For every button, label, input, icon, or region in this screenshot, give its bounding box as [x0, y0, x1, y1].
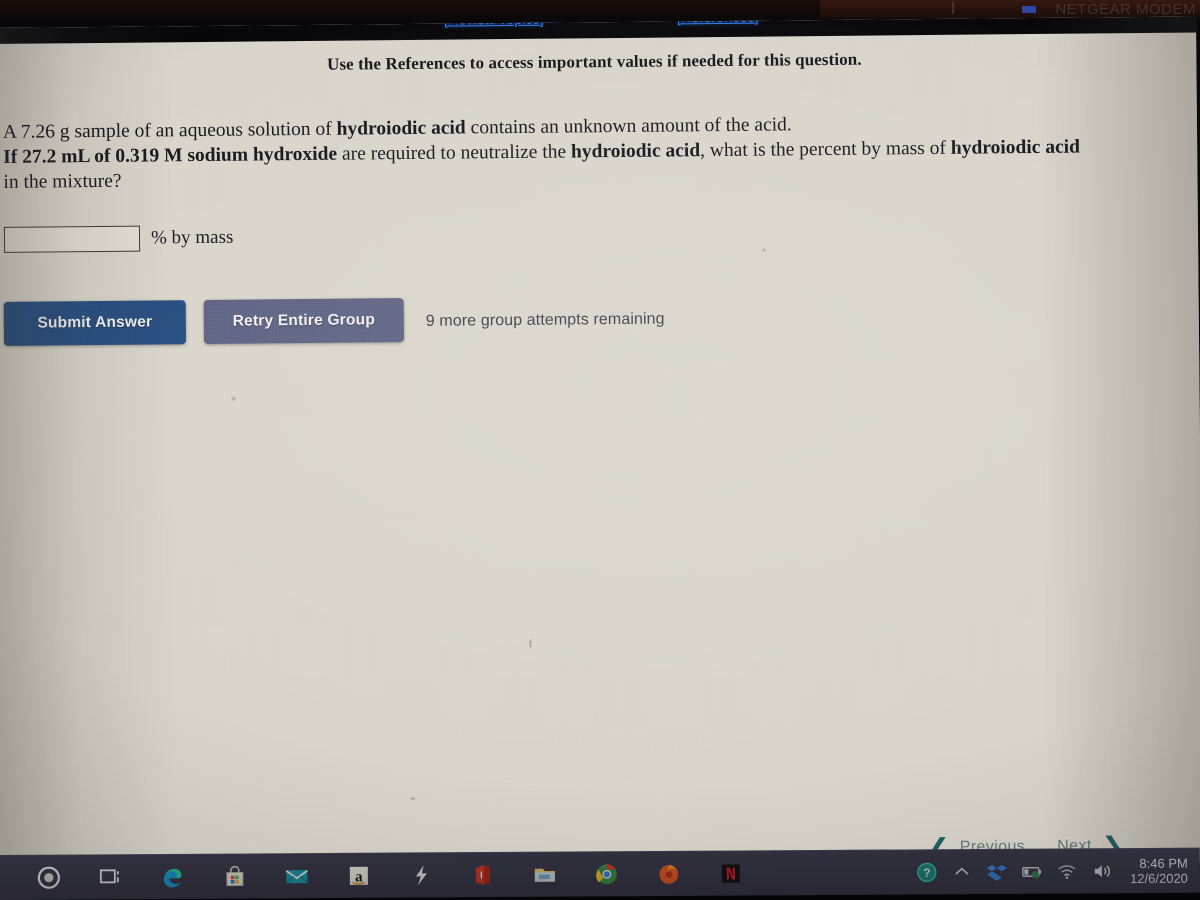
svg-text:?: ? — [923, 865, 930, 879]
taskbar-app-icons: a — [0, 850, 762, 900]
chrome-browser-icon[interactable] — [576, 851, 638, 896]
firefox-browser-icon[interactable] — [638, 851, 700, 896]
unit-label: % by mass — [150, 226, 234, 249]
help-question-icon[interactable]: ? — [916, 861, 938, 883]
battery-icon[interactable] — [1021, 860, 1043, 882]
task-view-icon-glyph — [99, 868, 119, 883]
photo-speck — [762, 248, 767, 252]
cortana-icon-glyph — [37, 866, 60, 889]
chrome-browser-icon-glyph — [596, 863, 617, 884]
submit-answer-button[interactable]: Submit Answer — [3, 300, 187, 346]
clock-time: 8:46 PM — [1139, 855, 1188, 871]
taskbar-clock[interactable]: 8:46 PM 12/6/2020 — [1130, 855, 1188, 885]
bezel-faint-text: NETGEAR MODEM — [1055, 1, 1196, 18]
windows-taskbar: a ? 8:46 PM 12/6/2020 — [0, 847, 1200, 900]
netflix-icon-glyph — [721, 863, 740, 883]
answer-input[interactable] — [3, 225, 141, 253]
dropbox-icon[interactable] — [986, 860, 1008, 882]
office-icon-glyph — [475, 864, 490, 885]
mail-icon[interactable] — [266, 853, 328, 898]
wifi-icon[interactable] — [1056, 860, 1078, 882]
volume-icon[interactable] — [1091, 860, 1113, 882]
photo-speck — [410, 796, 416, 801]
edge-browser-icon[interactable] — [142, 854, 204, 899]
system-tray: ? 8:46 PM 12/6/2020 — [916, 848, 1192, 895]
answer-row: % by mass — [3, 225, 234, 253]
amazon-icon[interactable]: a — [328, 853, 390, 898]
mail-icon-glyph — [285, 869, 308, 883]
firefox-browser-icon-glyph — [659, 864, 679, 884]
amazon-icon-glyph: a — [349, 866, 368, 885]
photo-speck — [231, 396, 236, 401]
file-explorer-icon-glyph — [534, 868, 555, 882]
photo-speck — [528, 638, 532, 648]
photo-speck — [956, 144, 960, 148]
microsoft-store-icon[interactable] — [204, 853, 266, 898]
bezel-tick-mark — [952, 2, 954, 14]
edge-browser-icon-glyph — [163, 868, 182, 887]
file-explorer-icon[interactable] — [514, 851, 576, 896]
clock-date: 12/6/2020 — [1129, 870, 1188, 886]
task-view-icon[interactable] — [80, 854, 142, 899]
show-hidden-icons-chevron-icon[interactable] — [951, 861, 973, 883]
office-icon[interactable] — [452, 852, 514, 897]
cortana-icon[interactable] — [18, 855, 80, 900]
microsoft-store-icon-glyph — [226, 865, 244, 886]
button-row: Submit Answer Retry Entire Group 9 more … — [3, 296, 665, 346]
bezel-blue-indicator — [1022, 6, 1036, 13]
question-text: A 7.26 g sample of an aqueous solution o… — [3, 109, 1184, 195]
lightning-icon[interactable] — [390, 852, 452, 897]
browser-window: [Review Topics] [References] Use the Ref… — [0, 16, 1200, 874]
photo-of-screen: NETGEAR MODEM [Review Topics] [Reference… — [0, 0, 1200, 900]
lightning-icon-glyph — [415, 864, 427, 885]
retry-entire-group-button[interactable]: Retry Entire Group — [203, 298, 405, 344]
reference-note: Use the References to access important v… — [326, 49, 862, 74]
question-body: A 7.26 g sample of an aqueous solution o… — [2, 114, 1081, 193]
netflix-icon[interactable] — [700, 850, 762, 895]
attempts-remaining-text: 9 more group attempts remaining — [425, 310, 665, 330]
page-content: Use the References to access important v… — [0, 32, 1200, 874]
